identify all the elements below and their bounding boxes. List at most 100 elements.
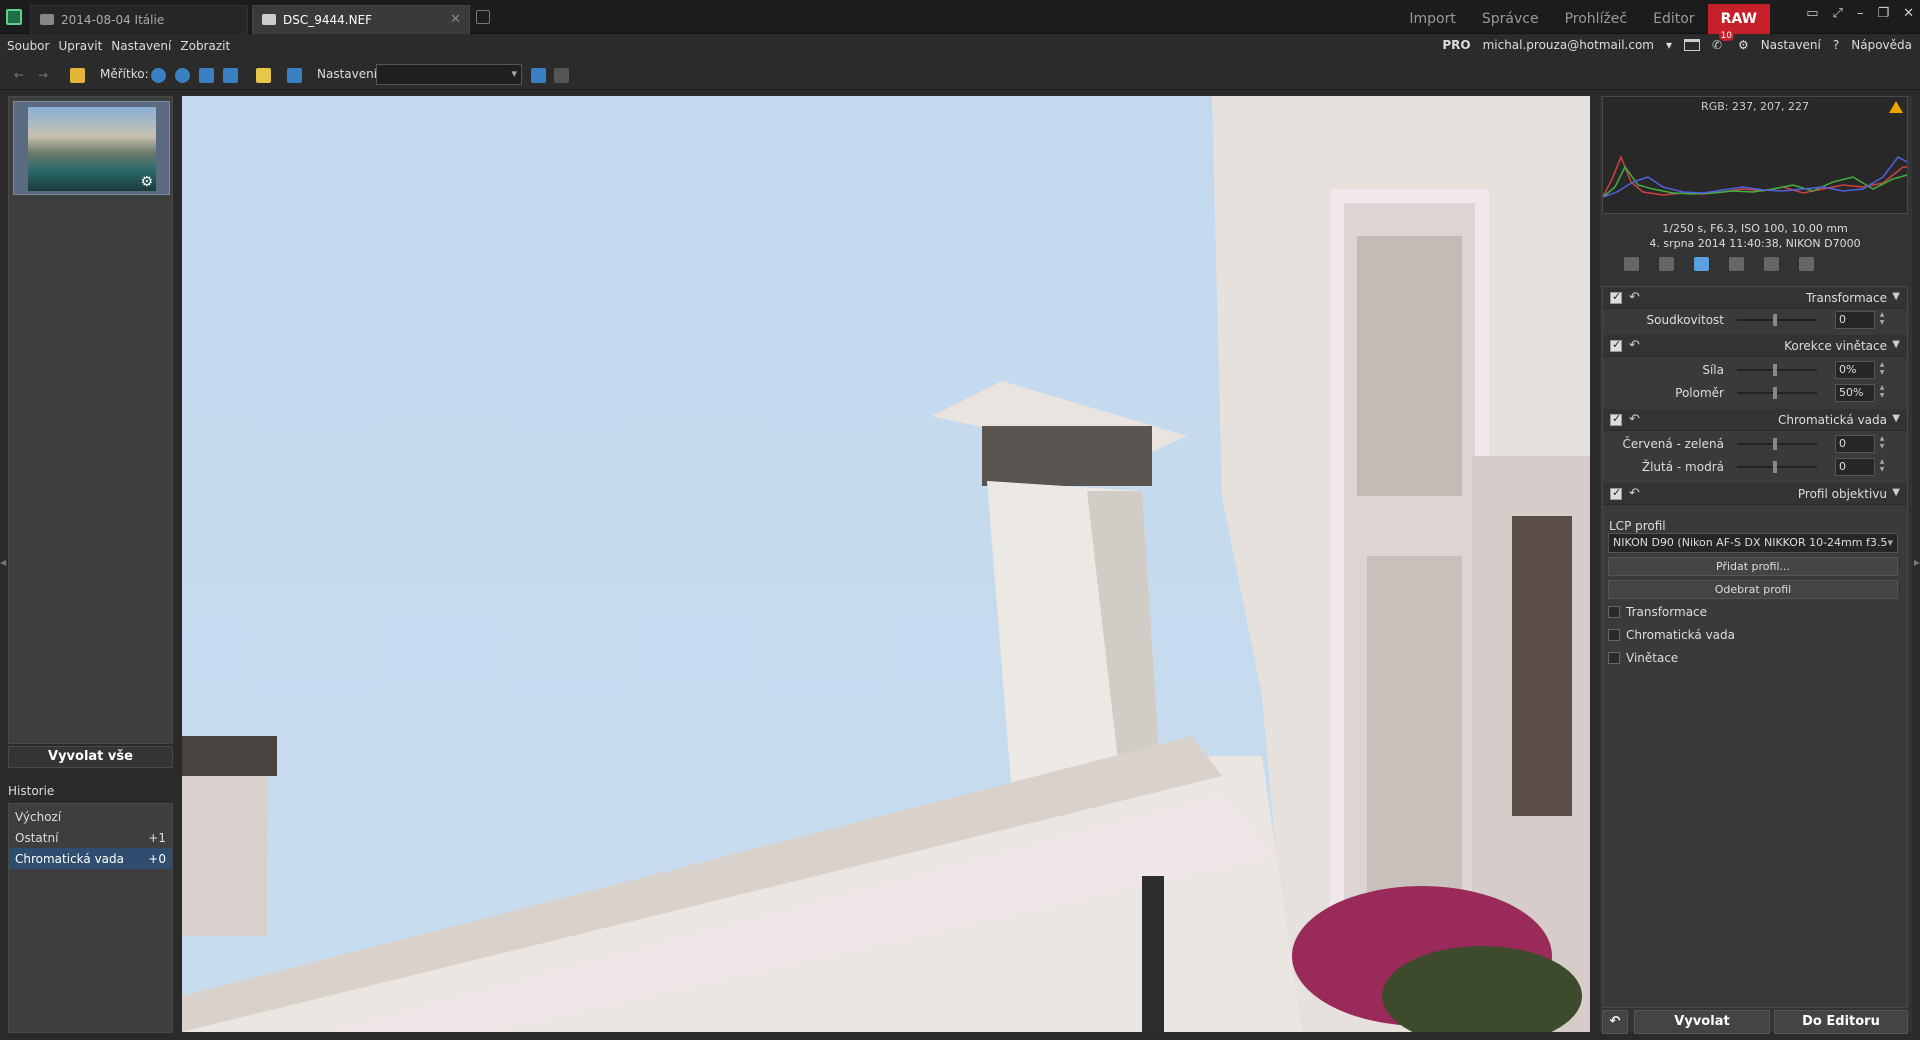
menu-edit[interactable]: Upravit <box>58 39 102 53</box>
barrel-slider[interactable] <box>1737 314 1817 326</box>
section-chroma-header[interactable]: ↶ Chromatická vada ▼ <box>1603 409 1907 431</box>
strength-value[interactable]: 0% <box>1835 361 1875 379</box>
history-item[interactable]: Výchozí <box>9 806 172 827</box>
vignette-checkbox[interactable] <box>1608 652 1620 664</box>
undo-icon[interactable]: ↶ <box>1629 290 1640 305</box>
back-arrow-icon[interactable]: ← <box>14 68 29 83</box>
mode-editor[interactable]: Editor <box>1640 4 1707 34</box>
tab-detail-icon[interactable] <box>1659 257 1674 271</box>
option-chroma[interactable]: Chromatická vada <box>1608 626 1735 644</box>
chevron-down-icon[interactable]: ▼ <box>1892 487 1900 498</box>
thumbnail-selected[interactable]: ⚙ <box>13 101 170 195</box>
tab-crop-icon[interactable] <box>1729 257 1744 271</box>
add-profile-button[interactable]: Přidat profil... <box>1608 557 1898 576</box>
spinner-icon[interactable]: ▲ ▼ <box>1877 435 1887 453</box>
spinner-icon[interactable]: ▲ ▼ <box>1877 311 1887 329</box>
menu-view[interactable]: Zobrazit <box>180 39 230 53</box>
develop-all-button[interactable]: Vyvolat vše <box>8 746 173 768</box>
chevron-down-icon[interactable]: ▼ <box>1892 413 1900 424</box>
settings-link[interactable]: Nastavení <box>1761 38 1821 52</box>
account-email[interactable]: michal.prouza@hotmail.com <box>1483 38 1654 52</box>
tab-folder[interactable]: 2014-08-04 Itálie <box>30 5 248 34</box>
close-icon[interactable]: ✕ <box>1903 6 1914 21</box>
photo-canvas[interactable] <box>182 96 1590 1032</box>
tab-file[interactable]: DSC_9444.NEF ✕ <box>252 5 470 34</box>
mode-raw[interactable]: RAW <box>1707 4 1770 34</box>
chevron-down-icon[interactable]: ▼ <box>1892 291 1900 302</box>
mode-viewer[interactable]: Prohlížeč <box>1552 4 1641 34</box>
help-link[interactable]: Nápověda <box>1851 38 1912 52</box>
collapse-right-icon[interactable]: ▶ <box>1914 558 1920 567</box>
undo-icon[interactable]: ↶ <box>1629 412 1640 427</box>
slider-handle[interactable] <box>1773 438 1777 450</box>
history-item-selected[interactable]: Chromatická vada +0 <box>9 848 172 869</box>
spinner-icon[interactable]: ▲ ▼ <box>1877 384 1887 402</box>
strength-slider[interactable] <box>1737 364 1817 376</box>
forward-arrow-icon[interactable]: → <box>38 68 53 83</box>
tab-settings-icon[interactable] <box>1799 257 1814 271</box>
option-vignette[interactable]: Vinětace <box>1608 649 1678 667</box>
zoom-out-icon[interactable] <box>175 68 190 83</box>
spinner-icon[interactable]: ▲ ▼ <box>1877 361 1887 379</box>
chevron-down-icon[interactable]: ▼ <box>1892 339 1900 350</box>
section-lens-profile-header[interactable]: ↶ Profil objektivu ▼ <box>1603 483 1907 505</box>
enable-checkbox[interactable] <box>1610 486 1622 500</box>
compare-icon[interactable] <box>256 68 271 83</box>
develop-button[interactable]: Vyvolat <box>1634 1010 1770 1034</box>
tab-exposure-icon[interactable] <box>1624 257 1639 271</box>
hq-preview-icon[interactable] <box>287 68 302 83</box>
menu-settings[interactable]: Nastavení <box>111 39 171 53</box>
transform-checkbox[interactable] <box>1608 606 1620 618</box>
gear-icon[interactable]: ⚙ <box>1738 38 1749 52</box>
slider-handle[interactable] <box>1773 314 1777 326</box>
undo-icon[interactable]: ↶ <box>1629 486 1640 501</box>
red-green-slider[interactable] <box>1737 438 1817 450</box>
cart-icon[interactable] <box>1684 39 1701 51</box>
lcp-profile-select[interactable]: NIKON D90 (Nikon AF-S DX NIKKOR 10-24mm … <box>1608 533 1898 553</box>
enable-checkbox[interactable] <box>1610 290 1622 304</box>
delete-preset-icon[interactable] <box>554 68 569 83</box>
tab-lens-icon[interactable] <box>1694 257 1709 271</box>
section-vignette-header[interactable]: ↶ Korekce vinětace ▼ <box>1603 335 1907 357</box>
mode-import[interactable]: Import <box>1396 4 1468 34</box>
minimize-icon[interactable]: – <box>1857 6 1864 21</box>
rss-icon[interactable]: ✆ 10 <box>1712 31 1735 52</box>
barrel-value[interactable]: 0 <box>1835 311 1875 329</box>
open-folder-icon[interactable] <box>70 68 85 83</box>
actual-size-icon[interactable] <box>199 68 214 83</box>
yellow-blue-value[interactable]: 0 <box>1835 458 1875 476</box>
new-tab-icon[interactable] <box>476 10 490 24</box>
restore-icon[interactable]: ❐ <box>1877 6 1889 21</box>
photo-thumbnail[interactable]: ⚙ <box>28 107 156 191</box>
section-transform-header[interactable]: ↶ Transformace ▼ <box>1603 287 1907 309</box>
slider-handle[interactable] <box>1773 387 1777 399</box>
history-item[interactable]: Ostatní +1 <box>9 827 172 848</box>
radius-slider[interactable] <box>1737 387 1817 399</box>
help-icon[interactable]: ? <box>1833 38 1839 52</box>
save-preset-icon[interactable] <box>531 68 546 83</box>
tab-color-icon[interactable] <box>1764 257 1779 271</box>
option-transform[interactable]: Transformace <box>1608 603 1707 621</box>
menu-file[interactable]: Soubor <box>7 39 49 53</box>
to-editor-button[interactable]: Do Editoru <box>1774 1010 1908 1034</box>
yellow-blue-slider[interactable] <box>1737 461 1817 473</box>
fullscreen-icon[interactable]: ⤢ <box>1833 6 1843 21</box>
preset-select[interactable] <box>376 64 522 85</box>
slider-handle[interactable] <box>1773 364 1777 376</box>
mode-manager[interactable]: Správce <box>1469 4 1552 34</box>
zoom-in-icon[interactable] <box>151 68 166 83</box>
undo-icon[interactable]: ↶ <box>1629 338 1640 353</box>
slider-handle[interactable] <box>1773 461 1777 473</box>
spinner-icon[interactable]: ▲ ▼ <box>1877 458 1887 476</box>
fit-to-window-icon[interactable] <box>223 68 238 83</box>
enable-checkbox[interactable] <box>1610 338 1622 352</box>
remove-profile-button[interactable]: Odebrat profil <box>1608 580 1898 599</box>
undo-icon[interactable]: ↶ <box>1602 1010 1628 1034</box>
chroma-checkbox[interactable] <box>1608 629 1620 641</box>
enable-checkbox[interactable] <box>1610 412 1622 426</box>
monitor-icon[interactable]: ▭ <box>1806 6 1818 21</box>
red-green-value[interactable]: 0 <box>1835 435 1875 453</box>
collapse-left-icon[interactable]: ◀ <box>0 558 6 567</box>
chevron-down-icon[interactable]: ▾ <box>1666 38 1672 52</box>
radius-value[interactable]: 50% <box>1835 384 1875 402</box>
